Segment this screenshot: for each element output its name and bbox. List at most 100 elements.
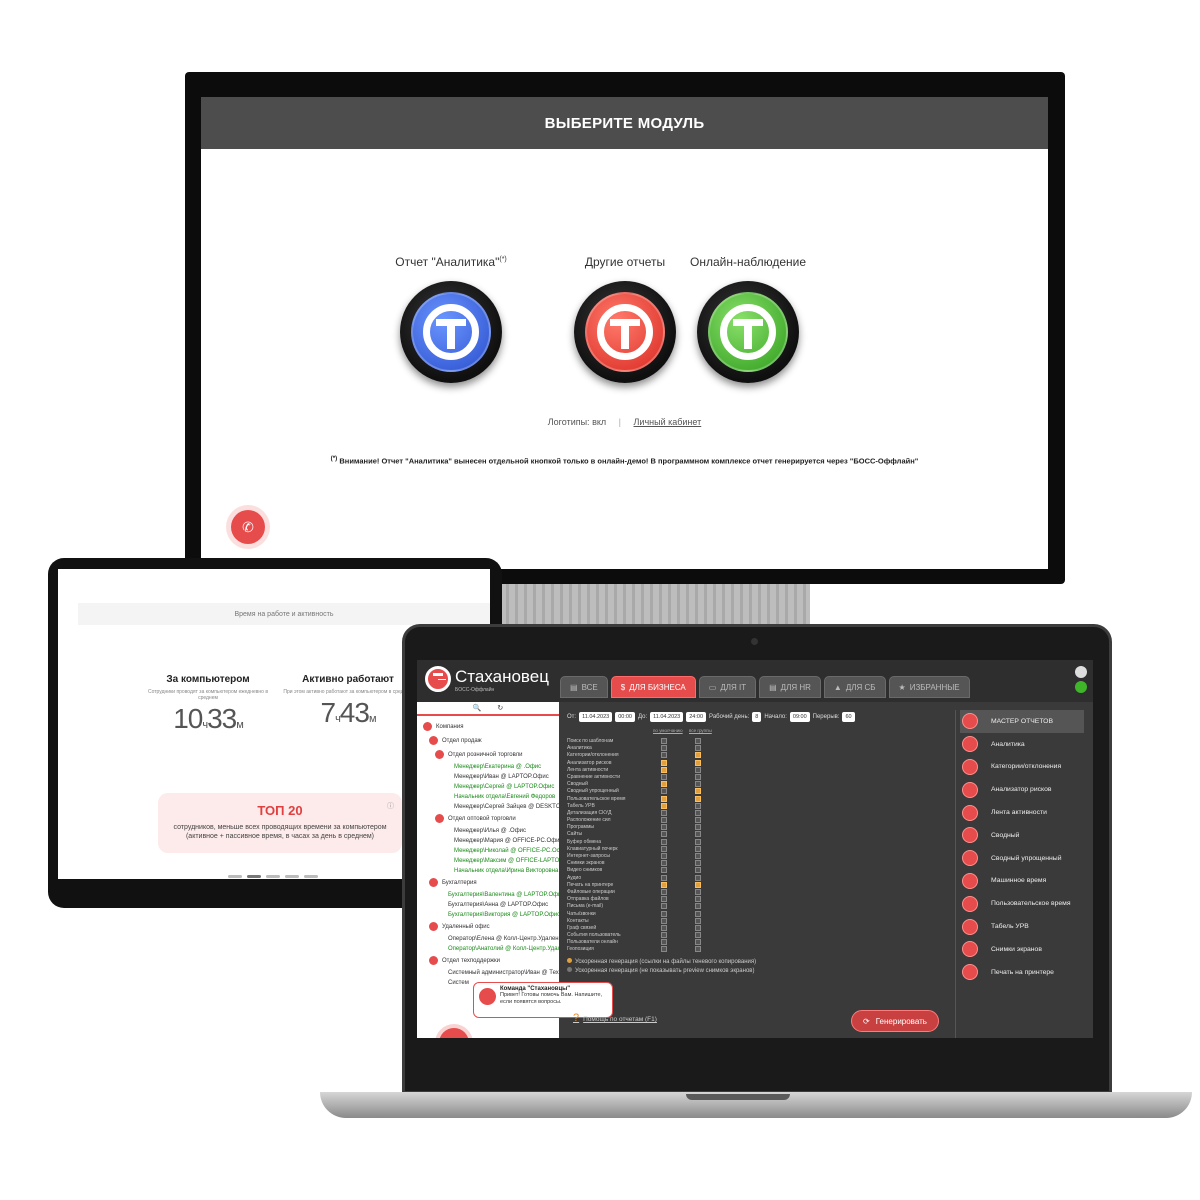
tree-node[interactable]: Отдел розничной торговли [417, 748, 559, 762]
report-checkbox[interactable] [695, 788, 701, 795]
tab-category[interactable]: $ ДЛЯ БИЗНЕСА [610, 676, 696, 698]
report-checkbox[interactable] [695, 946, 701, 953]
report-checkbox[interactable] [695, 845, 701, 852]
report-checkbox[interactable] [661, 853, 667, 859]
report-checkbox[interactable] [661, 845, 667, 852]
menu-item[interactable]: МАСТЕР ОТЧЕТОВ [960, 710, 1084, 733]
report-checkbox[interactable] [695, 773, 701, 780]
report-checkbox[interactable] [661, 745, 667, 752]
logos-toggle[interactable]: Логотипы: вкл [548, 417, 606, 427]
report-checkbox[interactable] [661, 738, 667, 744]
report-checkbox[interactable] [661, 946, 667, 953]
start-field[interactable]: 09:00 [789, 712, 810, 722]
report-checkbox[interactable] [661, 752, 667, 759]
tree-node[interactable]: Бухгалтерия\Анна @ LAPTOP.Офис [417, 900, 559, 910]
default-column-link[interactable]: по умолчанию [653, 728, 683, 733]
to-date-field[interactable]: 11.04.2023 [650, 712, 684, 722]
status-icon[interactable] [1075, 681, 1087, 693]
from-date-field[interactable]: 11.04.2023 [579, 712, 613, 722]
report-checkbox[interactable] [661, 903, 667, 910]
tree-node[interactable]: Отдел оптовой торговли [417, 812, 559, 826]
help-link[interactable]: ? Помощь по отчетам (F1) [573, 1012, 657, 1024]
carousel-dots[interactable] [228, 875, 318, 878]
report-checkbox[interactable] [661, 824, 667, 831]
tab-category[interactable]: ▭ ДЛЯ IT [698, 676, 757, 698]
all-groups-column-link[interactable]: все группы [689, 728, 712, 733]
menu-item[interactable]: Анализатор рисков [956, 778, 1093, 801]
tree-node[interactable]: Менеджер\Екатерина @ .Офис [417, 762, 559, 772]
report-checkbox[interactable] [661, 838, 667, 845]
tree-node[interactable]: Бухгалтерия\Валентина @ LAPTOP.Офи [417, 890, 559, 900]
report-checkbox[interactable] [695, 752, 701, 759]
report-checkbox[interactable] [661, 867, 667, 874]
tree-node[interactable]: Отдел техподдержки [417, 954, 559, 968]
tree-node[interactable]: Начальник отдела\Ирина Викторовна [417, 866, 559, 876]
report-checkbox[interactable] [695, 802, 701, 809]
report-checkbox[interactable] [695, 766, 701, 773]
menu-item[interactable]: Аналитика [956, 733, 1093, 756]
tree-node[interactable]: Менеджер\Николай @ OFFICE-PC.Ос [417, 846, 559, 856]
report-checkbox[interactable] [661, 888, 667, 895]
report-checkbox[interactable] [695, 924, 701, 931]
report-checkbox[interactable] [661, 896, 667, 903]
tree-node[interactable]: Удаленный офис [417, 920, 559, 934]
menu-item[interactable]: Сводный [956, 824, 1093, 847]
report-checkbox[interactable] [695, 903, 701, 910]
tab-category[interactable]: ▤ ВСЕ [560, 676, 608, 698]
menu-item[interactable]: Печать на принтере [956, 961, 1093, 984]
report-checkbox[interactable] [661, 910, 667, 917]
tree-node[interactable]: Оператор\Елена @ Колл-Центр.Удален [417, 934, 559, 944]
tab-category[interactable]: ▤ ДЛЯ HR [759, 676, 821, 698]
report-checkbox[interactable] [695, 853, 701, 859]
tree-node[interactable]: Менеджер\Мария @ OFFICE-PC.Офис [417, 836, 559, 846]
report-checkbox[interactable] [695, 838, 701, 845]
tree-node[interactable]: Бухгалтерия [417, 876, 559, 890]
break-field[interactable]: 60 [842, 712, 855, 722]
report-checkbox[interactable] [661, 924, 667, 931]
report-checkbox[interactable] [661, 795, 667, 802]
tree-node[interactable]: Системный администратор\Иван @ Тех [417, 968, 559, 978]
info-icon[interactable]: ⓘ [387, 801, 394, 811]
stakhanovets-green-icon[interactable] [697, 281, 799, 383]
report-checkbox[interactable] [695, 795, 701, 802]
report-checkbox[interactable] [695, 867, 701, 874]
menu-item[interactable]: Лента активности [956, 801, 1093, 824]
report-checkbox[interactable] [661, 759, 667, 766]
from-time-field[interactable]: 00:00 [615, 712, 635, 722]
tree-node[interactable]: Начальник отдела\Евгений Федоров [417, 792, 559, 802]
tree-node[interactable]: Отдел продаж [417, 734, 559, 748]
lock-icon[interactable] [1075, 666, 1087, 678]
report-checkbox[interactable] [661, 932, 667, 939]
report-checkbox[interactable] [695, 745, 701, 752]
tree-node[interactable]: Менеджер\Илья @ .Офис [417, 826, 559, 836]
report-checkbox[interactable] [695, 860, 701, 867]
report-checkbox[interactable] [661, 788, 667, 795]
report-checkbox[interactable] [695, 874, 701, 881]
to-time-field[interactable]: 24:00 [686, 712, 707, 722]
menu-item[interactable]: Машинное время [956, 870, 1093, 893]
top20-card[interactable]: ТОП 20 сотрудников, меньше всех проводящ… [158, 793, 402, 853]
report-checkbox[interactable] [695, 896, 701, 903]
report-checkbox[interactable] [695, 910, 701, 917]
report-checkbox[interactable] [695, 759, 701, 766]
menu-item[interactable]: Сводный упрощенный [956, 847, 1093, 870]
report-checkbox[interactable] [661, 817, 667, 824]
report-checkbox[interactable] [695, 888, 701, 895]
workday-field[interactable]: 8 [752, 712, 762, 722]
search-icon[interactable]: 🔍 [473, 704, 482, 714]
call-button[interactable]: ✆ [231, 510, 265, 544]
report-checkbox[interactable] [695, 939, 701, 946]
report-checkbox[interactable] [661, 802, 667, 809]
report-checkbox[interactable] [695, 781, 701, 788]
report-checkbox[interactable] [661, 917, 667, 924]
tree-node[interactable]: Менеджер\Иван @ LAPTOP.Офис [417, 772, 559, 782]
report-checkbox[interactable] [695, 831, 701, 838]
report-checkbox[interactable] [661, 831, 667, 838]
tree-node[interactable]: Менеджер\Сергей Зайцев @ DESKTC [417, 802, 559, 812]
stakhanovets-red-icon[interactable] [574, 281, 676, 383]
module-online-monitoring[interactable]: Онлайн-наблюдение [673, 255, 823, 383]
menu-item[interactable]: Категории/отклонения [956, 756, 1093, 779]
report-checkbox[interactable] [661, 766, 667, 773]
tab-category[interactable]: ★ ИЗБРАННЫЕ [888, 676, 970, 698]
module-analytics[interactable]: Отчет "Аналитика"(*) [376, 255, 526, 383]
